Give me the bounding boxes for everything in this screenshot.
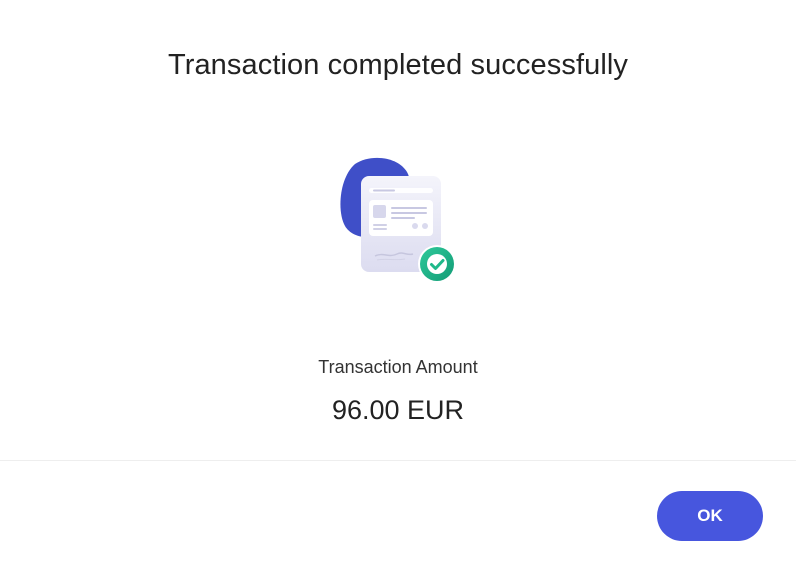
footer-divider — [0, 460, 796, 461]
amount-label: Transaction Amount — [318, 357, 478, 377]
dialog-title: Transaction completed successfully — [167, 49, 629, 81]
ok-button[interactable]: OK — [657, 491, 763, 541]
amount-value: 96.00 EUR — [331, 395, 465, 425]
transaction-success-dialog: Transaction completed successfully Trans… — [0, 0, 796, 564]
receipt-success-icon — [335, 152, 465, 287]
